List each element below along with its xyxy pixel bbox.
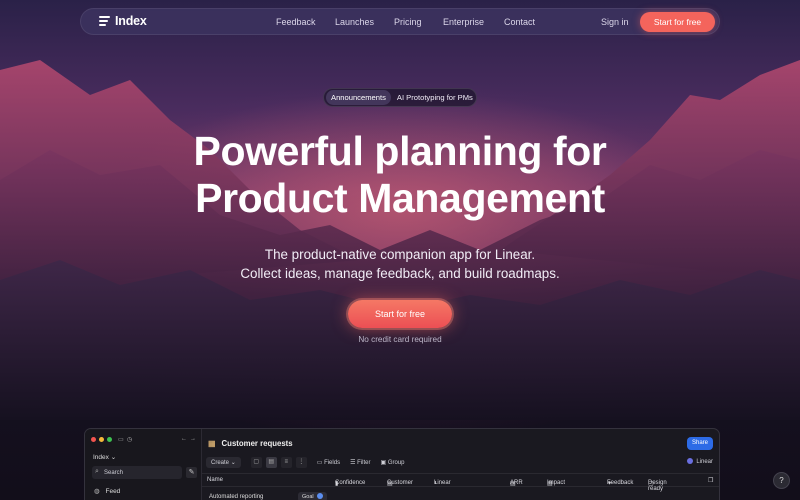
table-header: Name ▮ Confidence ▤ Customer ◐ Linear ▤ … [202, 473, 719, 492]
headline-line-2: Product Management [195, 175, 605, 221]
forward-arrow-icon[interactable]: → [190, 436, 196, 442]
sidebar-toggle-icon[interactable]: ▭ [118, 436, 124, 443]
hero-start-free-button[interactable]: Start for free [348, 300, 452, 328]
no-credit-card-note: No credit card required [358, 335, 442, 344]
logo-text: Index [115, 14, 147, 28]
nav-link-launches[interactable]: Launches [335, 17, 374, 27]
logo[interactable]: Index [99, 14, 147, 28]
history-icon[interactable]: ◷ [127, 436, 132, 443]
chevron-down-icon: ⌄ [110, 454, 117, 461]
sidebar-search[interactable]: ⌕ Search [92, 466, 182, 479]
column-label: ARR [510, 480, 523, 486]
column-label: Impact [547, 480, 566, 486]
create-button[interactable]: Create ⌄ [206, 457, 241, 468]
linear-label: Linear [696, 459, 713, 465]
back-arrow-icon[interactable]: ← [181, 436, 187, 442]
view-toolbar: Create ⌄ ▢ ▤ ≡ ⋮ ▭ Fields ☰ Filter ▣ Gro… [206, 456, 713, 469]
sidebar-item-feed[interactable]: ◍ Feed [94, 487, 120, 495]
nav-link-contact[interactable]: Contact [504, 17, 535, 27]
share-button[interactable]: Share [687, 437, 713, 450]
group-icon: ▣ [380, 460, 388, 466]
column-label: Feedback [607, 480, 634, 486]
table-view-icon[interactable]: ▤ [265, 457, 277, 468]
column-label: Linear [434, 480, 451, 486]
table-row-name[interactable]: Automated reporting [209, 494, 263, 500]
nav-start-free-button[interactable]: Start for free [640, 12, 715, 32]
view-title: ▦ Customer requests [208, 439, 293, 448]
minimize-dot-icon[interactable] [99, 437, 104, 442]
feed-icon: ◍ [94, 488, 100, 495]
create-label: Create [211, 460, 230, 466]
building-icon: ▦ [208, 439, 216, 448]
hero-headline: Powerful planning for Product Management [0, 128, 800, 222]
goal-tag: Goal [298, 492, 327, 500]
goal-label: Goal [302, 494, 314, 500]
search-label: Search [104, 469, 124, 476]
timeline-view-icon[interactable]: ⋮ [295, 457, 307, 468]
column-header[interactable]: Name [207, 477, 223, 483]
top-navbar: Index Feedback Launches Pricing Enterpri… [80, 8, 720, 35]
nav-link-feedback[interactable]: Feedback [276, 17, 316, 27]
column-label: Customer [387, 480, 414, 486]
app-sidebar: ▭ ◷ ← → Index ⌄ ⌕ Search ✎ ◍ Feed [85, 429, 202, 500]
compose-icon[interactable]: ✎ [186, 467, 197, 478]
nav-link-enterprise[interactable]: Enterprise [443, 17, 484, 27]
feed-label: Feed [105, 488, 121, 495]
workspace-name: Index [93, 454, 109, 461]
board-view-icon[interactable]: ▢ [250, 457, 262, 468]
view-title-text: Customer requests [221, 439, 293, 448]
window-controls [91, 437, 112, 442]
app-preview-window: ▭ ◷ ← → Index ⌄ ⌕ Search ✎ ◍ Feed ▦ Cust… [84, 428, 720, 500]
close-dot-icon[interactable] [91, 437, 96, 442]
group-label: Group [387, 460, 405, 466]
sign-in-link[interactable]: Sign in [601, 17, 629, 27]
subtitle-line-2: Collect ideas, manage feedback, and buil… [240, 266, 560, 281]
nav-link-pricing[interactable]: Pricing [394, 17, 422, 27]
announcement-text: AI Prototyping for PMs [396, 93, 473, 102]
search-icon: ⌕ [95, 468, 99, 475]
maximize-dot-icon[interactable] [107, 437, 112, 442]
app-main: ▦ Customer requests Share Create ⌄ ▢ ▤ ≡… [202, 429, 719, 500]
linear-icon [687, 458, 694, 464]
column-label: Design ready [648, 480, 667, 492]
index-logo-icon [99, 16, 110, 26]
filter-label: Filter [357, 460, 371, 466]
comment-icon: ❐ [708, 478, 714, 484]
help-button[interactable]: ? [773, 472, 790, 489]
chevron-down-icon: ⌄ [230, 460, 236, 466]
group-button[interactable]: ▣ Group [380, 459, 404, 466]
fields-icon: ▭ [316, 460, 325, 466]
workspace-switcher[interactable]: Index ⌄ [93, 453, 116, 461]
linear-sync-button[interactable]: Linear [687, 458, 713, 465]
filter-button[interactable]: ☰ Filter [350, 459, 370, 466]
announcement-badge[interactable]: Announcements AI Prototyping for PMs [323, 88, 477, 107]
subtitle-line-1: The product-native companion app for Lin… [264, 247, 536, 262]
hero-subtitle: The product-native companion app for Lin… [0, 245, 800, 283]
goal-status-icon [316, 493, 323, 499]
announcement-tag: Announcements [326, 90, 391, 105]
fields-button[interactable]: ▭ Fields [317, 459, 340, 466]
headline-line-1: Powerful planning for [193, 128, 607, 174]
fields-label: Fields [324, 460, 341, 466]
column-label: Confidence [335, 480, 366, 486]
list-view-icon[interactable]: ≡ [280, 457, 292, 468]
